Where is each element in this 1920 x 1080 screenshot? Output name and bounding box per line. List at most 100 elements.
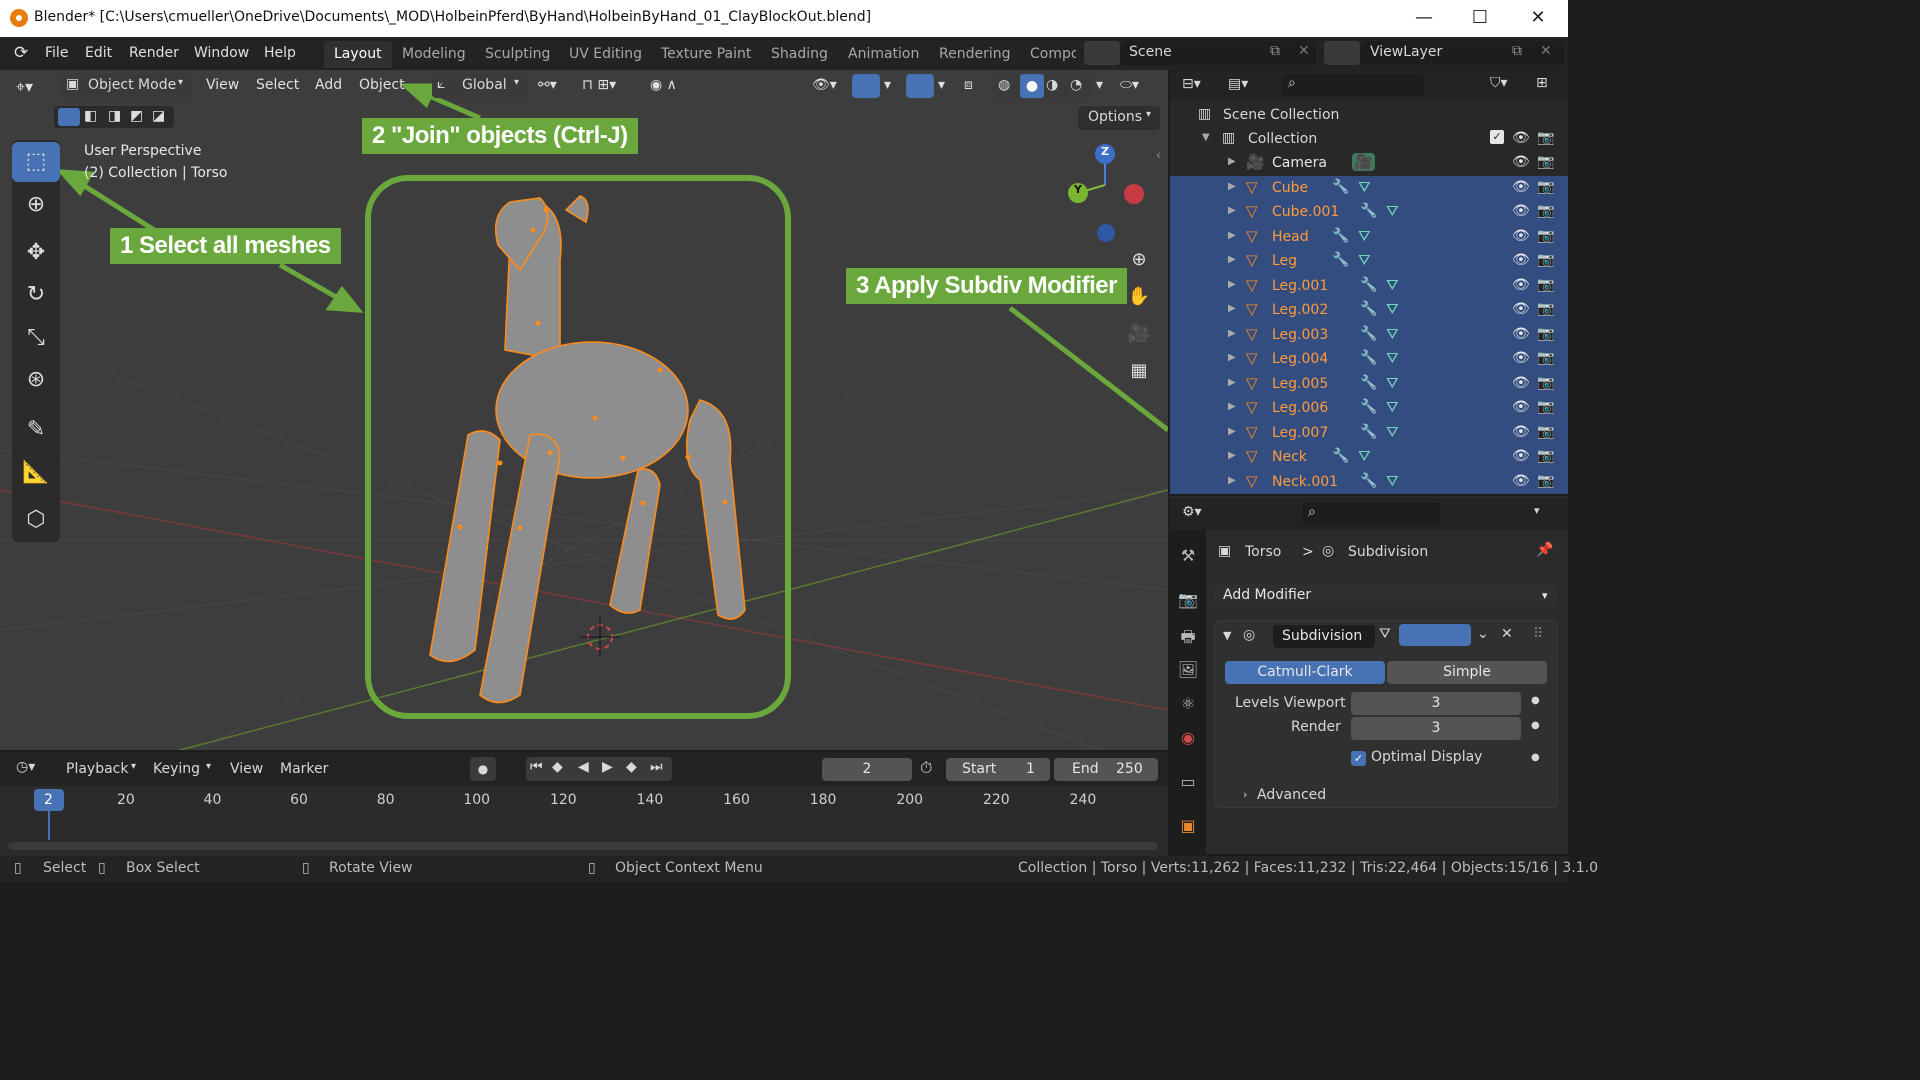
play-reverse-icon[interactable]: ◀	[578, 759, 589, 775]
maximize-button[interactable]: ☐	[1460, 4, 1500, 32]
mesh-data-icon[interactable]: ⛛	[1386, 374, 1399, 392]
mesh-data-icon[interactable]: ⛛	[1386, 325, 1399, 343]
outliner-item[interactable]: ▶ ▽ Leg 🔧 ⛛ 👁 📷	[1170, 249, 1568, 274]
pivot-icon[interactable]: ⚯▾	[538, 77, 557, 93]
select-new-icon[interactable]	[58, 108, 80, 126]
output-tab-icon[interactable]: 🖶	[1177, 626, 1199, 648]
end-frame-input[interactable]: End 250	[1054, 758, 1158, 781]
eye-icon[interactable]: 👁	[1512, 203, 1530, 219]
eye-icon[interactable]: 👁	[1512, 473, 1530, 489]
properties-editor-icon[interactable]: ⚙▾	[1182, 504, 1202, 520]
remove-modifier-icon[interactable]: ✕	[1501, 626, 1513, 642]
select-intersect-icon[interactable]: ◪	[152, 108, 165, 124]
viewlayer-close-icon[interactable]: ✕	[1540, 43, 1552, 59]
mesh-data-icon[interactable]: ⛛	[1386, 472, 1399, 490]
rendered-shading-icon[interactable]: ◔	[1070, 77, 1082, 93]
mesh-data-icon[interactable]: ⛛	[1386, 349, 1399, 367]
rotate-tool-icon[interactable]: ↻	[12, 275, 60, 315]
annotate-tool-icon[interactable]: ✎	[12, 410, 60, 450]
timeline-menu-marker[interactable]: Marker	[280, 761, 328, 777]
timeline-menu-view[interactable]: View	[230, 761, 263, 777]
tab-shading[interactable]: Shading	[761, 41, 838, 68]
modifier-wrench-icon[interactable]: 🔧	[1360, 203, 1377, 219]
expand-triangle-icon[interactable]: ▶	[1228, 401, 1236, 412]
menu-help[interactable]: Help	[264, 45, 296, 61]
viewlayer-selector-button[interactable]	[1324, 41, 1360, 65]
levels-viewport-input[interactable]: 3	[1351, 692, 1521, 715]
viewport-menu-add[interactable]: Add	[315, 77, 342, 93]
modifier-wrench-icon[interactable]: 🔧	[1332, 448, 1349, 464]
tab-animation[interactable]: Animation	[838, 41, 929, 68]
drag-handle-icon[interactable]: ⠿	[1533, 626, 1543, 642]
apply-dropdown-icon[interactable]: ⌄	[1477, 626, 1489, 642]
mesh-data-icon[interactable]: ⛛	[1386, 398, 1399, 416]
tab-modeling[interactable]: Modeling	[392, 41, 476, 68]
scene-selector-button[interactable]	[1084, 41, 1120, 65]
snap-icon[interactable]: ⊓ ⊞▾	[582, 77, 616, 93]
add-cube-tool-icon[interactable]: ⬡	[12, 500, 60, 540]
menu-window[interactable]: Window	[194, 45, 249, 61]
menu-file[interactable]: File	[45, 45, 68, 61]
scene-copy-icon[interactable]: ⧉	[1270, 43, 1280, 59]
expand-triangle-icon[interactable]: ▶	[1228, 328, 1236, 339]
minimize-button[interactable]: —	[1404, 4, 1444, 32]
optimal-display-checkbox[interactable]: ✓	[1351, 751, 1366, 766]
modifier-wrench-icon[interactable]: 🔧	[1360, 399, 1377, 415]
render-camera-icon[interactable]: 📷	[1537, 375, 1554, 391]
tab-uv-editing[interactable]: UV Editing	[559, 41, 652, 68]
expand-triangle-icon[interactable]: ▶	[1228, 352, 1236, 363]
scene-close-icon[interactable]: ✕	[1298, 43, 1310, 59]
mesh-data-icon[interactable]: ⛛	[1358, 227, 1371, 245]
add-modifier-dropdown[interactable]: Add Modifier ▾	[1214, 584, 1558, 607]
close-window-button[interactable]: ✕	[1518, 4, 1558, 32]
jump-start-icon[interactable]: ⏮	[530, 759, 543, 775]
render-camera-icon[interactable]: 📷	[1537, 448, 1554, 464]
select-invert-icon[interactable]: ◩	[130, 108, 143, 124]
world-tab-icon[interactable]: ◉	[1177, 728, 1199, 750]
gizmo-dropdown-icon[interactable]: ▾	[884, 77, 891, 93]
gizmo-toggle-icon[interactable]	[852, 74, 880, 98]
gizmo-y-label[interactable]: Y	[1074, 183, 1084, 196]
wireframe-shading-icon[interactable]: ◍	[998, 77, 1010, 93]
mesh-data-icon[interactable]: ⛛	[1386, 423, 1399, 441]
tab-simple[interactable]: Simple	[1387, 661, 1547, 684]
modifier-wrench-icon[interactable]: 🔧	[1360, 326, 1377, 342]
modifier-wrench-icon[interactable]: 🔧	[1332, 228, 1349, 244]
mesh-data-icon[interactable]: ⛛	[1386, 276, 1399, 294]
start-frame-input[interactable]: Start 1	[946, 758, 1050, 781]
camera-data-icon[interactable]: 🎥	[1352, 153, 1375, 171]
outliner-item[interactable]: ▶ 🎥 Camera 🎥 👁 📷	[1170, 151, 1568, 176]
eye-icon[interactable]: 👁	[1512, 424, 1530, 440]
new-collection-icon[interactable]: ⊞	[1536, 75, 1548, 91]
outliner-item[interactable]: ▶ ▽ Leg.003 🔧 ⛛ 👁 📷	[1170, 322, 1568, 347]
expand-triangle-icon[interactable]: ▶	[1228, 205, 1236, 216]
overlay-toggle-icon[interactable]	[906, 74, 934, 98]
render-camera-icon[interactable]: 📷	[1537, 277, 1554, 293]
expand-triangle-icon[interactable]: ▶	[1228, 475, 1236, 486]
mesh-data-icon[interactable]: ⛛	[1358, 251, 1371, 269]
expand-advanced-icon[interactable]: ›	[1243, 788, 1247, 801]
render-camera-icon[interactable]: 📷	[1537, 424, 1554, 440]
eye-icon[interactable]: 👁	[1512, 179, 1530, 195]
modifier-name-field[interactable]: Subdivision	[1273, 625, 1375, 648]
render-camera-icon[interactable]: 📷	[1537, 154, 1554, 170]
ortho-grid-icon[interactable]: ▦	[1124, 356, 1154, 386]
transform-tool-icon[interactable]: ⊛	[12, 360, 60, 400]
tab-texture-paint[interactable]: Texture Paint	[651, 41, 761, 68]
render-camera-icon[interactable]: 📷	[1537, 228, 1554, 244]
tab-sculpting[interactable]: Sculpting	[475, 41, 560, 68]
outliner-item[interactable]: ▶ ▽ Leg.001 🔧 ⛛ 👁 📷	[1170, 273, 1568, 298]
blender-menu-icon[interactable]: ⟳	[14, 43, 28, 63]
zoom-icon[interactable]: ⊕	[1124, 245, 1154, 275]
scale-tool-icon[interactable]: ⤡	[12, 318, 60, 358]
expand-triangle-icon[interactable]: ▶	[1228, 279, 1236, 290]
gizmo-z-label[interactable]: Z	[1101, 145, 1111, 158]
modifier-wrench-icon[interactable]: 🔧	[1360, 301, 1377, 317]
tab-layout[interactable]: Layout	[324, 41, 392, 68]
camera-view-icon[interactable]: 🎥	[1124, 319, 1154, 349]
modifier-wrench-icon[interactable]: 🔧	[1332, 179, 1349, 195]
3d-viewport[interactable]: User Perspective (2) Collection | Torso …	[0, 70, 1168, 750]
timeline-menu-playback[interactable]: Playback	[66, 761, 128, 777]
eye-icon[interactable]: 👁	[1512, 277, 1530, 293]
eye-icon[interactable]: 👁	[1512, 301, 1530, 317]
